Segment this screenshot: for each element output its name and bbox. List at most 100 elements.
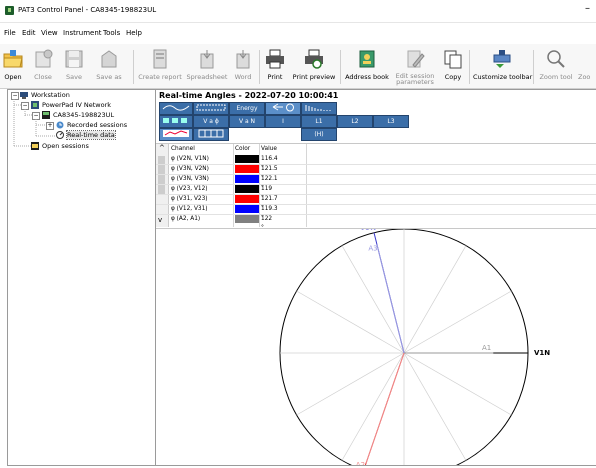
address-book-icon: [359, 50, 375, 68]
zoom-button[interactable]: Zoo: [578, 46, 596, 86]
print-preview-button[interactable]: Print preview: [291, 46, 337, 86]
navigation-tree: − Workstation − PowerPad IV Network − CA…: [7, 89, 156, 466]
channel-header[interactable]: Channel: [171, 145, 237, 154]
zoom-tool-button[interactable]: Zoom tool: [536, 46, 576, 86]
phasor-a2: [365, 352, 405, 464]
energy-button[interactable]: Energy: [229, 102, 265, 115]
v-phi-button[interactable]: V a ϕ: [193, 115, 229, 128]
phasor-label-a2: A2: [356, 461, 365, 466]
row-divider: [156, 204, 596, 205]
window-title: PAT3 Control Panel - CA8345-198823UL: [18, 6, 157, 14]
close-button[interactable]: Close: [27, 46, 59, 86]
tree-label: Recorded sessions: [67, 121, 128, 129]
menu-instrument[interactable]: Instrument: [63, 29, 102, 37]
copy-icon: [444, 50, 462, 69]
color-swatch[interactable]: [235, 205, 259, 213]
l2-button[interactable]: L2: [337, 115, 373, 128]
meter-mode-button[interactable]: [159, 115, 193, 128]
channel-cell: φ (V3N, V2N): [171, 166, 209, 172]
channel-cell: φ (A2, A1): [171, 216, 201, 222]
toolbar-settings-icon: [493, 50, 511, 68]
scroll-down-arrow[interactable]: v: [158, 216, 162, 224]
toolbar: Open Close Save Save as Create report Sp…: [0, 44, 596, 89]
scroll-up-arrow[interactable]: ^: [159, 144, 165, 152]
waveform-mode-button[interactable]: [159, 102, 193, 115]
toolbar-separator: [259, 50, 260, 84]
close-document-icon: [35, 49, 53, 68]
value-header[interactable]: Value: [261, 145, 277, 154]
tree-label: Real-time data: [66, 130, 116, 140]
row-divider: [156, 164, 596, 165]
current-button[interactable]: I: [265, 115, 301, 128]
color-header[interactable]: Color: [235, 145, 259, 153]
spreadsheet-icon: [200, 50, 214, 69]
bars-icon: [305, 105, 331, 111]
trend-mode-button[interactable]: [301, 102, 337, 115]
hold-button[interactable]: (H): [301, 128, 337, 141]
phasor-plot: V1NA1V3NA3V2A2: [279, 224, 550, 466]
channel-cell: φ (V23, V12): [171, 186, 208, 192]
title-bar: PAT3 Control Panel - CA8345-198823UL –: [0, 0, 596, 23]
phasor-label-a3: A3: [368, 245, 377, 253]
menu-bar: File Edit View Instrument Tools Help: [0, 23, 596, 43]
spreadsheet-button[interactable]: Spreadsheet: [185, 46, 229, 86]
save-button[interactable]: Save: [60, 46, 88, 86]
v-n-button[interactable]: V a N: [229, 115, 265, 128]
color-swatch[interactable]: [235, 165, 259, 173]
harmonics-mode-button[interactable]: [193, 102, 229, 115]
phasor-icon: [272, 103, 294, 112]
angles-table: ^ v Channel Color Value φ (V2N, V1N) 116.…: [156, 143, 596, 231]
table-view-button[interactable]: [193, 128, 229, 141]
open-button[interactable]: Open: [0, 46, 26, 86]
toolbar-separator: [133, 50, 134, 84]
row-divider: [156, 174, 596, 175]
edit-session-button[interactable]: Edit session parameters: [393, 46, 437, 86]
customize-toolbar-button[interactable]: Customize toolbar: [473, 46, 532, 86]
create-report-button[interactable]: Create report: [136, 46, 184, 86]
color-swatch[interactable]: [235, 175, 259, 183]
phasor-mode-button[interactable]: [265, 102, 301, 115]
address-book-button[interactable]: Address book: [343, 46, 391, 86]
phasor-a3: [376, 244, 405, 354]
scroll-thumb[interactable]: [158, 156, 165, 194]
toolbar-separator: [533, 50, 534, 84]
toolbar-separator: [340, 50, 341, 84]
l1-button[interactable]: L1: [301, 115, 337, 128]
folder-open-icon: [3, 50, 23, 68]
edit-pencil-icon: [407, 50, 425, 68]
phasor-label-a1: A1: [482, 344, 491, 352]
print-button[interactable]: Print: [262, 46, 288, 86]
phasor-diagram: V1NA1V3NA3V2A2: [156, 224, 596, 466]
word-export-icon: [236, 50, 250, 69]
grid-icon: [196, 104, 226, 111]
menu-view[interactable]: View: [41, 29, 58, 37]
print-preview-icon: [305, 49, 323, 69]
waveform-icon: [162, 105, 190, 111]
menu-tools[interactable]: Tools: [103, 29, 120, 37]
panel-title: Real-time Angles - 2022-07-20 10:00:41: [159, 91, 339, 100]
menu-edit[interactable]: Edit: [22, 29, 36, 37]
row-divider: [156, 214, 596, 215]
l3-button[interactable]: L3: [373, 115, 409, 128]
magnifier-icon: [547, 50, 565, 68]
toolbar-separator: [469, 50, 470, 84]
report-icon: [153, 49, 167, 69]
channel-cell: φ (V12, V31): [171, 206, 208, 212]
chart-view-button[interactable]: [159, 128, 193, 141]
row-divider: [156, 194, 596, 195]
save-as-button[interactable]: Save as: [88, 46, 130, 86]
phasor-label-v1n: V1N: [534, 349, 550, 357]
menu-file[interactable]: File: [4, 29, 16, 37]
save-disk-icon: [65, 50, 83, 68]
app-icon: [5, 6, 14, 15]
phasor-label-v3n: V3N: [360, 229, 376, 232]
color-swatch[interactable]: [235, 195, 259, 203]
word-button[interactable]: Word: [230, 46, 256, 86]
color-swatch[interactable]: [235, 155, 259, 163]
meters-icon: [163, 118, 187, 123]
color-swatch[interactable]: [235, 185, 259, 193]
copy-button[interactable]: Copy: [440, 46, 466, 86]
menu-help[interactable]: Help: [126, 29, 142, 37]
color-swatch[interactable]: [235, 215, 259, 223]
minimize-button[interactable]: –: [585, 3, 590, 14]
